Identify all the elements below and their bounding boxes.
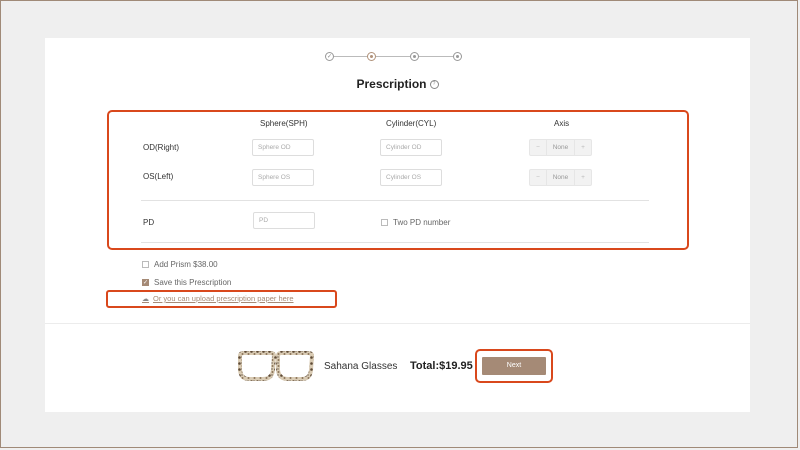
table-divider [141,200,649,201]
os-left-label: OS(Left) [143,172,174,181]
cylinder-od-input[interactable]: Cylinder OD [380,139,442,156]
cylinder-os-input[interactable]: Cylinder OS [380,169,442,186]
page-title-text: Prescription [356,77,427,91]
next-button[interactable]: Next [482,357,546,375]
save-prescription-checkbox[interactable]: ✓ [142,279,149,286]
stepper-line [419,56,453,57]
step-4-dot[interactable] [453,52,462,61]
axis-od-increment-button[interactable]: + [575,140,591,155]
page-title: Prescription? [45,77,750,91]
axis-os-value: None [546,170,575,185]
axis-os-decrement-button[interactable]: − [530,170,546,185]
two-pd-label[interactable]: Two PD number [393,218,450,227]
sphere-header: Sphere(SPH) [260,119,308,128]
product-name: Sahana Glasses [324,361,398,372]
pd-label: PD [143,218,155,227]
table-divider [141,242,649,243]
axis-od-decrement-button[interactable]: − [530,140,546,155]
axis-od-stepper[interactable]: − None + [529,139,592,156]
step-3-dot[interactable] [410,52,419,61]
axis-header: Axis [554,119,570,128]
footer-divider [45,323,750,324]
upload-link-text[interactable]: Or you can upload prescription paper her… [153,294,294,303]
od-right-label: OD(Right) [143,143,180,152]
cloud-upload-icon: ☁ [142,295,149,303]
upload-prescription-link[interactable]: ☁ Or you can upload prescription paper h… [142,294,294,303]
axis-od-value: None [546,140,575,155]
question-circle-icon[interactable]: ? [429,80,439,90]
add-prism-label[interactable]: Add Prism $38.00 [154,260,218,269]
progress-stepper: ✓ [325,51,465,63]
sphere-os-input[interactable]: Sphere OS [252,169,314,186]
step-1-check-icon[interactable]: ✓ [325,52,334,61]
check-icon: ✓ [143,280,149,286]
order-total: Total:$19.95 [410,360,473,372]
two-pd-checkbox[interactable] [381,219,388,226]
cylinder-header: Cylinder(CYL) [386,119,437,128]
save-prescription-label[interactable]: Save this Prescription [154,278,231,287]
add-prism-checkbox[interactable] [142,261,149,268]
stepper-line [376,56,410,57]
sphere-od-input[interactable]: Sphere OD [252,139,314,156]
step-2-dot[interactable] [367,52,376,61]
glasses-product-image [238,351,314,381]
axis-os-increment-button[interactable]: + [575,170,591,185]
pd-input[interactable]: PD [253,212,315,229]
axis-os-stepper[interactable]: − None + [529,169,592,186]
stepper-line [334,56,367,57]
prescription-card: ✓ Prescription? Sphere(SPH) Cylinder(CYL… [45,38,750,412]
